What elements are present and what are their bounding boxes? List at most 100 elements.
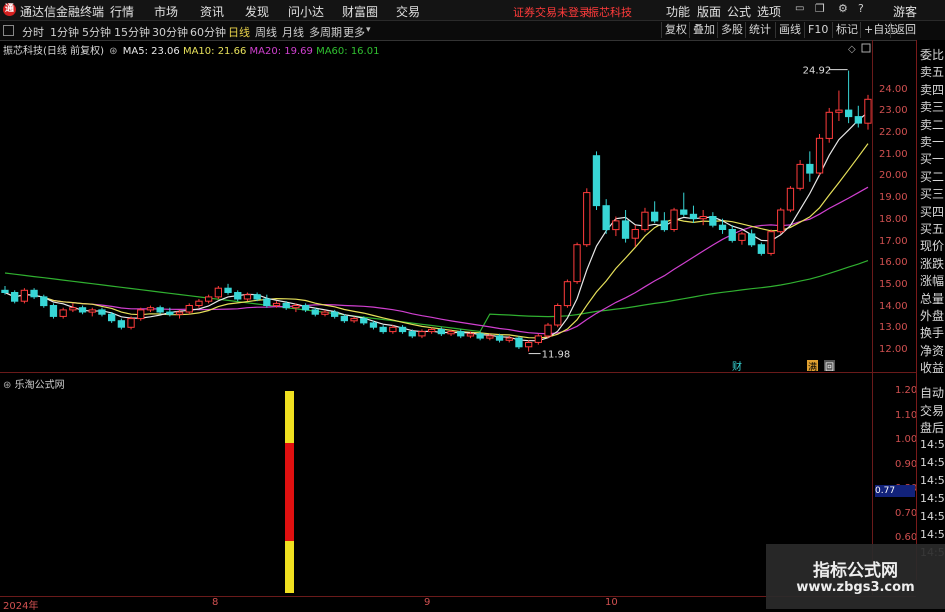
- period-multi[interactable]: 多周期: [309, 24, 342, 40]
- restore-icon[interactable]: ❐: [815, 2, 825, 15]
- quote-field-label: 卖一: [920, 135, 945, 149]
- menu-item-jiaoyi[interactable]: 交易: [396, 3, 420, 20]
- quote-field-label: 卖五: [920, 65, 945, 80]
- period-fenshi[interactable]: 分时: [22, 24, 44, 40]
- quote-field-label: 净资: [920, 343, 945, 358]
- candle-down: [11, 292, 19, 302]
- period-weekly[interactable]: 周线: [255, 24, 277, 40]
- trade-time-label: 14:56: [920, 456, 945, 469]
- candle-up: [428, 328, 436, 333]
- price-tick-label: 20.00: [879, 170, 908, 182]
- help-icon[interactable]: ?: [858, 2, 864, 15]
- menu-item-zixun[interactable]: 资讯: [200, 3, 224, 20]
- candle-down: [680, 209, 688, 215]
- stock-name-link[interactable]: 振芯科技: [588, 4, 632, 20]
- candle-down: [234, 292, 242, 300]
- menu-item-shichang[interactable]: 市场: [154, 3, 178, 20]
- candle-down: [166, 311, 174, 315]
- candlestick-chart[interactable]: 24.92 11.98 财 满回 ◇: [0, 40, 872, 372]
- settings-icon[interactable]: ⚙: [838, 2, 848, 15]
- period-60min[interactable]: 60分钟: [190, 24, 226, 40]
- indicator-chart[interactable]: [0, 373, 872, 596]
- candle-up: [534, 335, 543, 343]
- watermark-title: 指标公式网: [813, 561, 898, 581]
- candle-down: [1, 289, 9, 294]
- candle-up: [486, 335, 494, 339]
- candle-down: [379, 326, 387, 333]
- period-monthly[interactable]: 月线: [282, 24, 304, 40]
- event-marker-cai: 财: [732, 360, 742, 372]
- candle-down: [311, 309, 319, 315]
- candle-up: [815, 137, 824, 174]
- price-tick-label: 21.00: [879, 148, 908, 160]
- candle-down: [301, 305, 310, 311]
- candle-down: [108, 313, 116, 322]
- candle-up: [466, 333, 475, 337]
- more-dropdown-icon[interactable]: ▾: [366, 25, 371, 35]
- huaxian-button[interactable]: 画线: [775, 22, 804, 38]
- candle-down: [845, 109, 853, 118]
- tongji-button[interactable]: 统计: [745, 22, 774, 38]
- quote-field-label: 委比: [920, 48, 945, 62]
- quote-field-label[interactable]: 交易: [920, 402, 944, 419]
- login-notice[interactable]: 证券交易未登录: [513, 4, 590, 20]
- menu-item-xuanxiang[interactable]: 选项: [757, 3, 781, 20]
- quote-field-label: 外盘: [920, 309, 945, 323]
- duogu-button[interactable]: 多股: [717, 22, 746, 38]
- quote-field-label: 买五: [920, 222, 945, 236]
- candle-down: [660, 220, 669, 231]
- f10-button[interactable]: F10: [804, 22, 831, 38]
- menu-item-banmian[interactable]: 版面: [697, 3, 721, 20]
- period-more[interactable]: 更多: [343, 24, 365, 40]
- candle-down: [282, 302, 290, 309]
- candle-up: [796, 163, 804, 189]
- diamond-icon: ◇: [848, 44, 856, 55]
- menu-item-caifuquan[interactable]: 财富圈: [342, 3, 378, 20]
- price-tick-label: 24.00: [879, 83, 908, 95]
- biaoji-button[interactable]: 标记: [832, 22, 861, 38]
- indicator-bar-middle: [285, 443, 294, 541]
- user-label[interactable]: 游客: [893, 3, 917, 20]
- trade-time-label: 14:56: [920, 510, 945, 523]
- candle-up: [612, 220, 620, 231]
- period-15min[interactable]: 15分钟: [114, 24, 150, 40]
- menu-item-gongneng[interactable]: 功能: [666, 3, 690, 20]
- quote-field-label: 涨跌: [920, 256, 945, 271]
- indicator-current-value: 0.77: [875, 485, 915, 497]
- quote-field-label: 卖四: [920, 82, 945, 97]
- candle-down: [515, 337, 523, 348]
- fuquan-button[interactable]: 复权: [661, 22, 690, 38]
- diejia-button[interactable]: 叠加: [689, 22, 718, 38]
- quote-field-label: 买三: [920, 187, 945, 202]
- quote-field-label[interactable]: 盘后: [920, 419, 944, 436]
- menu-item-faxian[interactable]: 发现: [245, 3, 269, 20]
- menu-bar: 通 通达信金融终端 行情 市场 资讯 发现 问小达 财富圈 交易 证券交易未登录…: [0, 0, 945, 21]
- menu-item-gongshi[interactable]: 公式: [727, 3, 751, 20]
- period-daily[interactable]: 日线: [228, 24, 250, 40]
- quote-field-label[interactable]: 自动: [920, 384, 944, 401]
- period-30min[interactable]: 30分钟: [152, 24, 188, 40]
- candle-up: [20, 289, 29, 302]
- period-5min[interactable]: 5分钟: [82, 24, 111, 40]
- candle-up: [146, 307, 155, 311]
- indicator-tick-label: 1.20: [895, 385, 918, 396]
- panel-toggle-icon[interactable]: [3, 25, 14, 36]
- candle-down: [728, 229, 736, 241]
- menu-item-wenxiaoda[interactable]: 问小达: [288, 3, 324, 20]
- candle-up: [554, 305, 562, 326]
- candle-down: [689, 213, 698, 220]
- candle-down: [340, 315, 349, 322]
- candle-up: [583, 192, 591, 246]
- quote-field-label: 卖三: [920, 100, 945, 115]
- maximize-icon: [861, 43, 871, 53]
- back-button[interactable]: 返回: [890, 22, 919, 38]
- candle-up: [137, 309, 145, 320]
- period-1min[interactable]: 1分钟: [50, 24, 79, 40]
- candle-up: [699, 216, 707, 220]
- minimize-icon[interactable]: ▭: [795, 3, 804, 14]
- date-label-2024: 2024年: [3, 601, 39, 612]
- low-price-label: 11.98: [542, 350, 571, 361]
- candle-down: [30, 289, 38, 298]
- menu-item-hangqing[interactable]: 行情: [110, 3, 134, 20]
- price-tick-label: 17.00: [879, 235, 908, 247]
